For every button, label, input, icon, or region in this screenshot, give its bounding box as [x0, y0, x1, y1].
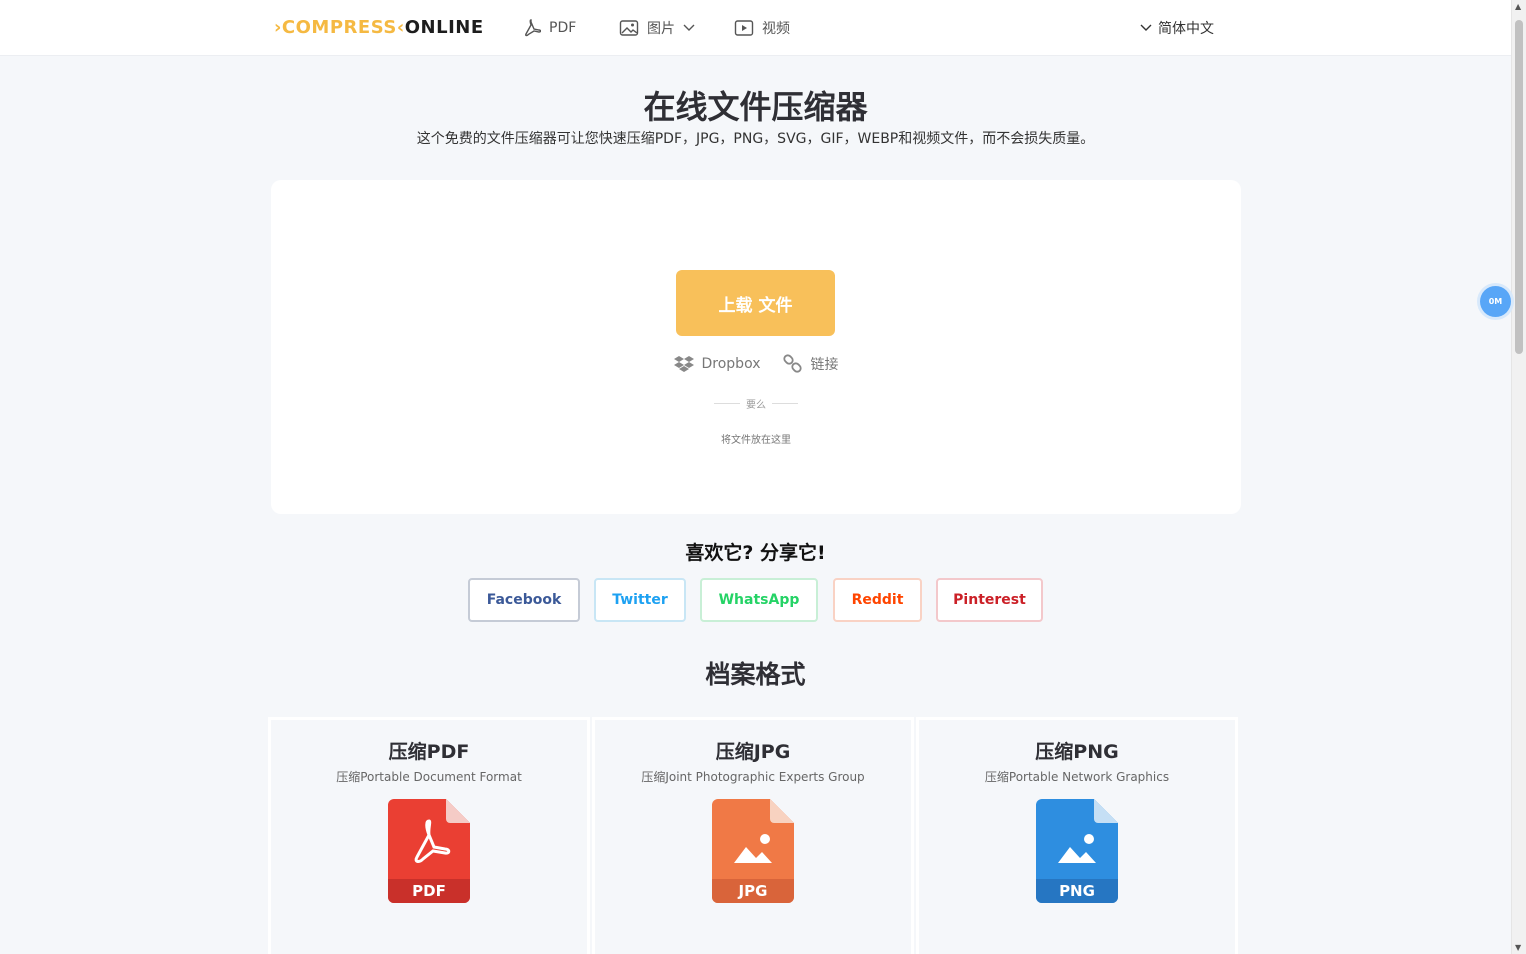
format-card-subtitle: 压缩Joint Photographic Experts Group: [641, 770, 865, 784]
jpg-badge-text: JPG: [738, 882, 768, 900]
format-card-pdf[interactable]: 压缩PDF 压缩Portable Document Format PDF: [268, 717, 590, 954]
format-card-title: 压缩PNG: [1035, 741, 1119, 763]
upload-sources: Dropbox 链接: [271, 354, 1241, 374]
image-icon: [619, 20, 639, 36]
chevron-down-icon: [683, 24, 695, 31]
format-card-title: 压缩JPG: [715, 741, 791, 763]
share-reddit-label: Reddit: [851, 592, 904, 608]
pdf-file-icon: PDF: [388, 799, 470, 903]
share-whatsapp-label: WhatsApp: [718, 592, 800, 608]
page-title: 在线文件压缩器: [643, 88, 868, 126]
scroll-up-icon[interactable]: ▲: [1515, 2, 1521, 11]
link-button[interactable]: 链接: [782, 354, 839, 374]
language-selector[interactable]: 简体中文: [1140, 18, 1214, 38]
scroll-down-icon[interactable]: ▼: [1515, 943, 1521, 952]
upload-file-button[interactable]: 上载 文件: [676, 270, 835, 336]
scroll-thumb[interactable]: [1515, 20, 1523, 354]
format-card-title: 压缩PDF: [388, 741, 470, 763]
png-file-icon: PNG: [1036, 799, 1118, 903]
share-twitter-label: Twitter: [612, 592, 668, 608]
share-twitter-button[interactable]: Twitter: [594, 578, 686, 622]
page-scrollbar[interactable]: ▲ ▼: [1511, 0, 1526, 954]
format-card-jpg[interactable]: 压缩JPG 压缩Joint Photographic Experts Group…: [592, 717, 914, 954]
dropbox-label: Dropbox: [701, 356, 761, 372]
jpg-file-icon: JPG: [712, 799, 794, 903]
share-reddit-button[interactable]: Reddit: [833, 578, 922, 622]
nav-image[interactable]: 图片: [619, 18, 695, 38]
share-pinterest-button[interactable]: Pinterest: [936, 578, 1043, 622]
share-facebook-label: Facebook: [486, 592, 562, 608]
format-card-png[interactable]: 压缩PNG 压缩Portable Network Graphics PNG: [916, 717, 1238, 954]
logo-text-compress: COMPRESS: [281, 17, 397, 38]
share-pinterest-label: Pinterest: [953, 592, 1026, 608]
language-label: 简体中文: [1158, 21, 1214, 37]
format-card-subtitle: 压缩Portable Network Graphics: [984, 770, 1170, 784]
page-subtitle: 这个免费的文件压缩器可让您快速压缩PDF，JPG，PNG，SVG，GIF，WEB…: [416, 131, 1095, 147]
link-label: 链接: [810, 357, 839, 373]
video-icon: [734, 20, 754, 36]
link-icon: [782, 354, 802, 373]
drop-hint: 将文件放在这里: [721, 435, 791, 446]
nav-video-label: 视频: [762, 21, 790, 37]
nav-pdf-label: PDF: [549, 20, 577, 36]
pdf-badge-text: PDF: [412, 882, 446, 900]
png-badge-text: PNG: [1059, 882, 1095, 900]
logo-mark-icon: ›: [274, 17, 282, 38]
chevron-down-icon: [1140, 24, 1152, 31]
share-title: 喜欢它? 分享它!: [685, 542, 826, 564]
nav-pdf[interactable]: PDF: [521, 18, 576, 38]
pdf-icon: [525, 19, 541, 37]
floating-size-badge[interactable]: 0M: [1480, 286, 1511, 317]
nav-image-label: 图片: [647, 21, 675, 37]
share-facebook-button[interactable]: Facebook: [468, 578, 580, 622]
share-whatsapp-button[interactable]: WhatsApp: [700, 578, 818, 622]
formats-title: 档案格式: [705, 660, 806, 689]
or-divider: 要么: [271, 396, 1241, 411]
site-logo[interactable]: › COMPRESS ‹ ONLINE: [274, 17, 484, 38]
or-label: 要么: [746, 400, 766, 411]
top-header: › COMPRESS ‹ ONLINE PDF 图片 视频 简体中文: [0, 0, 1511, 56]
upload-dropzone[interactable]: 上载 文件 Dropbox 链接 要么 将文件放在这里: [271, 180, 1241, 514]
logo-mark-icon: ‹: [396, 17, 405, 38]
dropbox-icon: [673, 356, 694, 372]
dropbox-button[interactable]: Dropbox: [673, 354, 761, 374]
nav-video[interactable]: 视频: [734, 18, 790, 38]
logo-text-online: ONLINE: [404, 17, 484, 38]
format-card-subtitle: 压缩Portable Document Format: [336, 770, 522, 784]
